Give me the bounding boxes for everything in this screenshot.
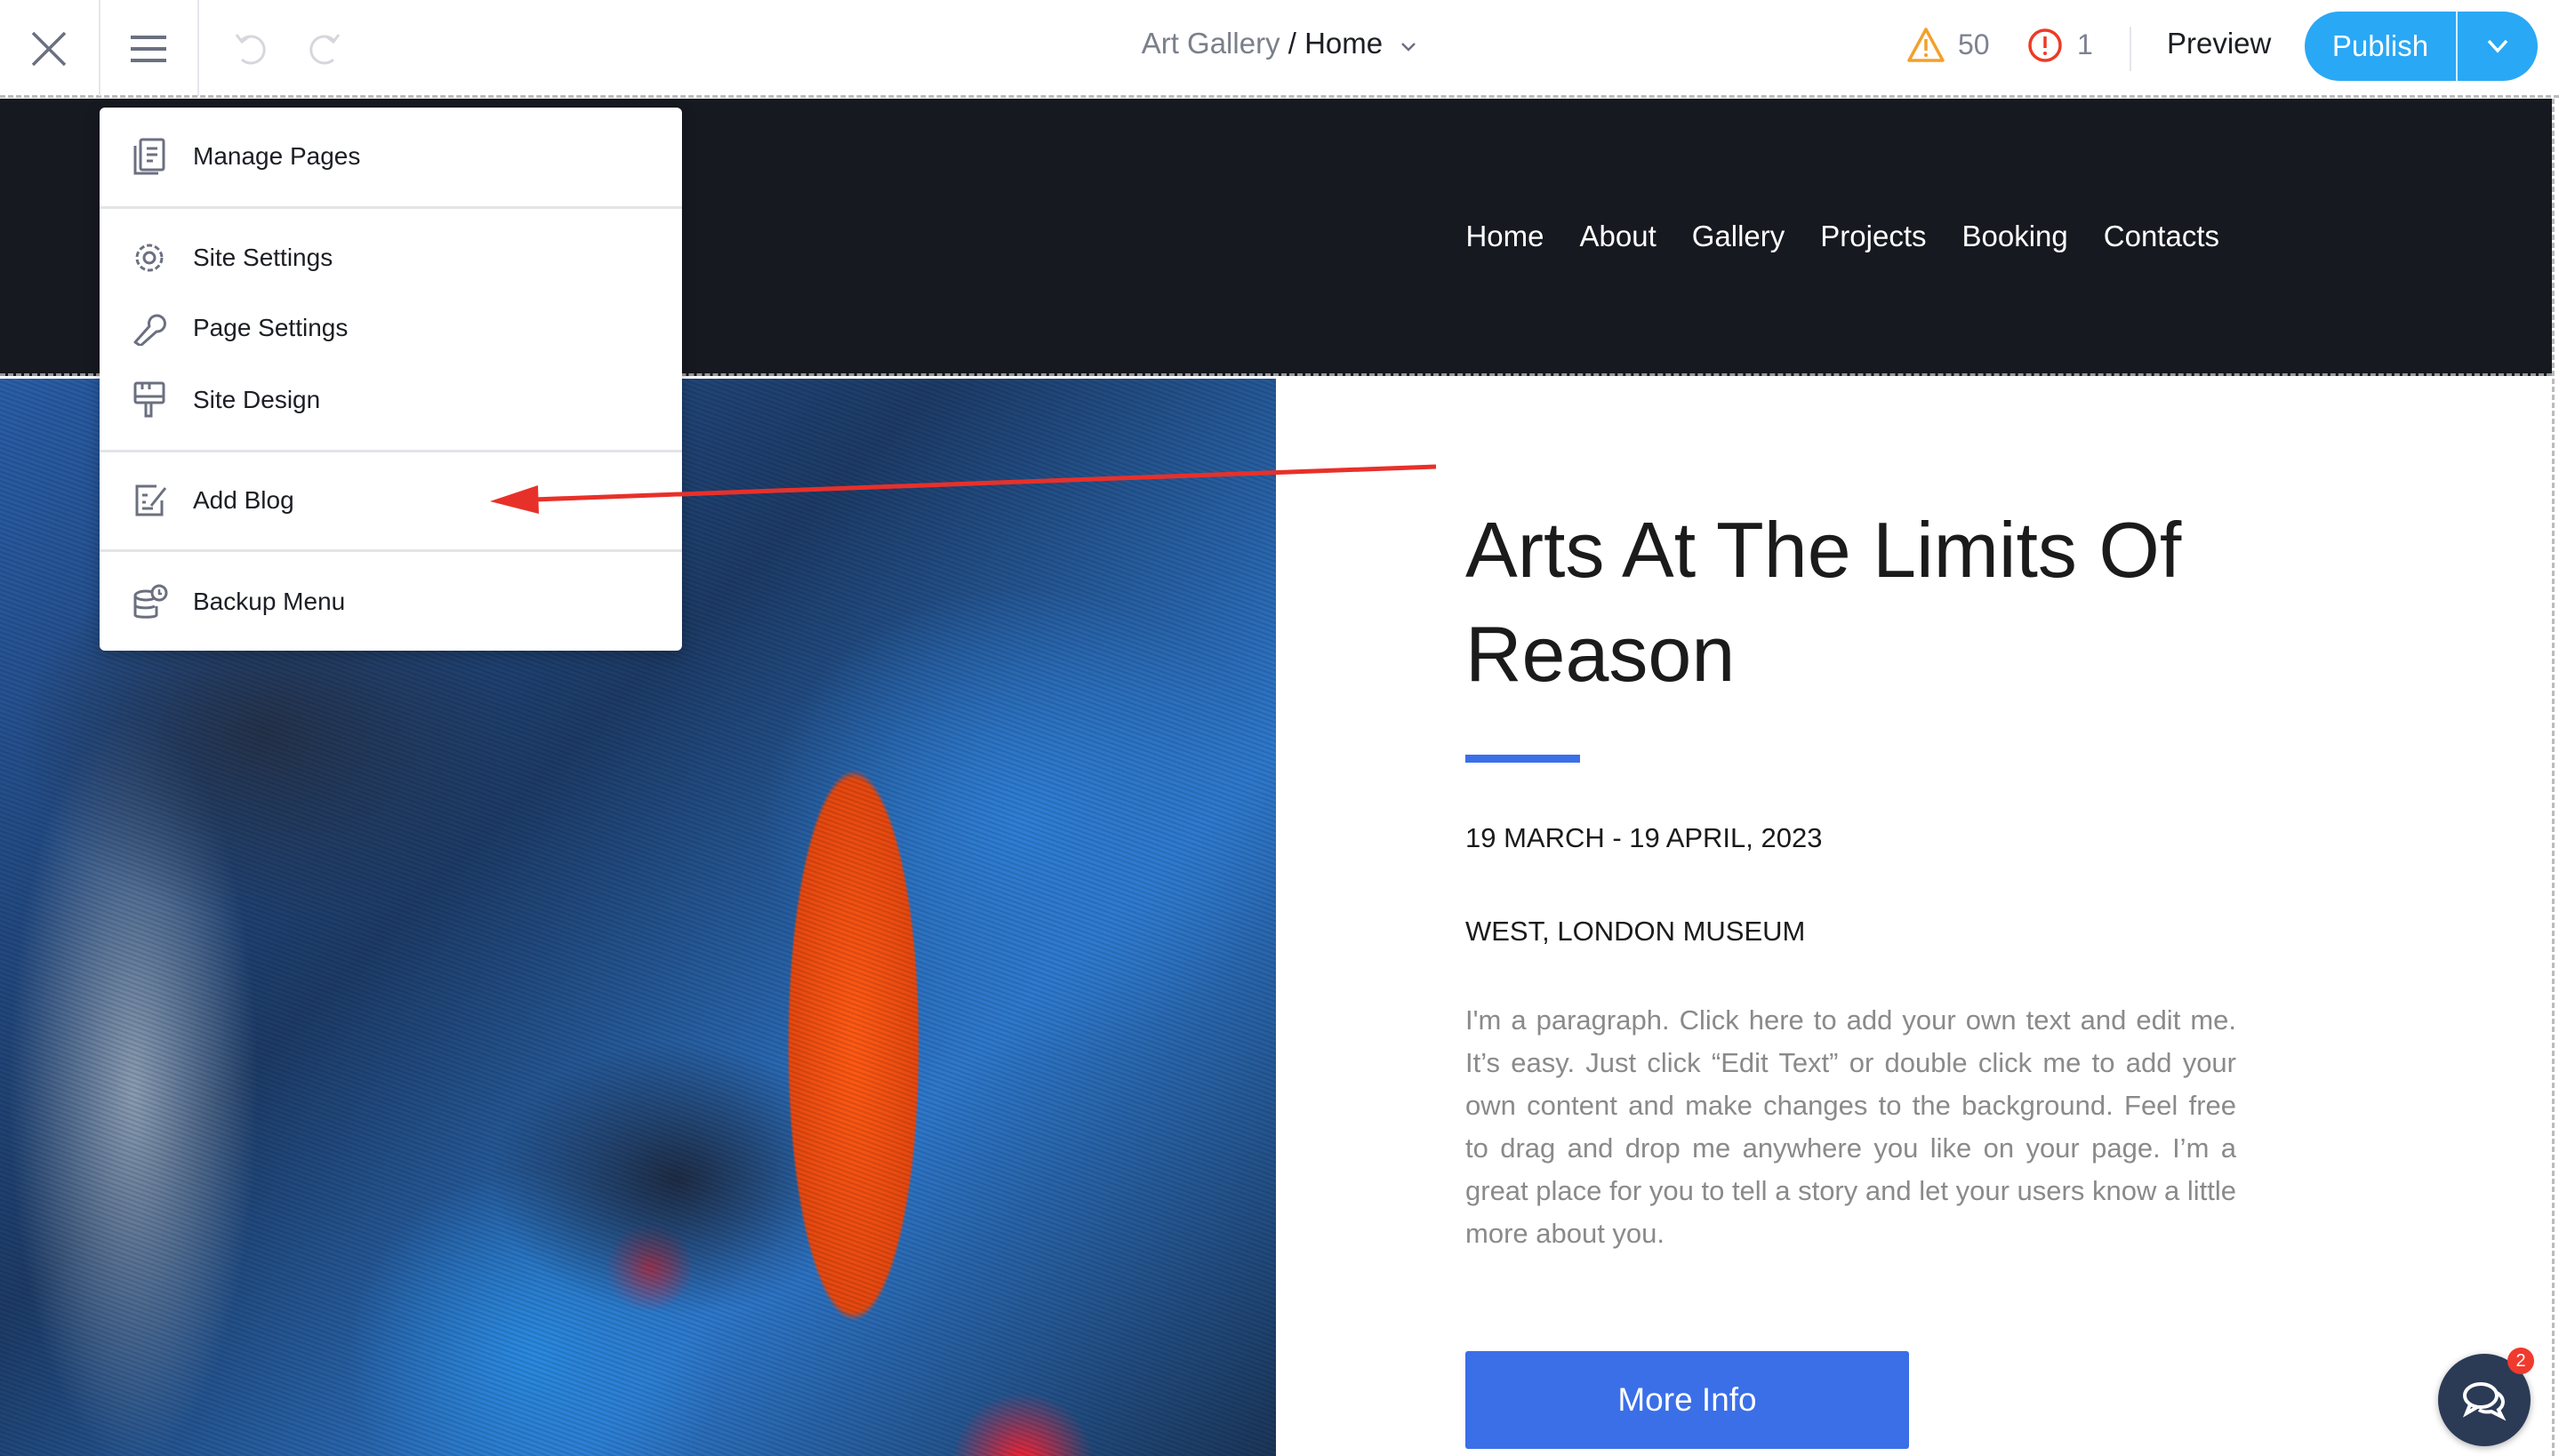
nav-gallery[interactable]: Gallery	[1692, 220, 1785, 253]
more-info-button[interactable]: More Info	[1465, 1351, 1909, 1449]
warning-icon[interactable]	[1906, 27, 1945, 64]
error-icon[interactable]	[2027, 28, 2063, 63]
nav-booking[interactable]: Booking	[1962, 220, 2068, 253]
hero-heading[interactable]: Arts At The Limits Of Reason	[1465, 498, 2266, 706]
accent-divider	[1465, 755, 1580, 763]
error-count[interactable]: 1	[2077, 28, 2093, 61]
publish-options-button[interactable]	[2458, 38, 2538, 54]
site-nav: Home About Gallery Projects Booking Cont…	[1465, 220, 2219, 253]
wrench-icon	[133, 314, 166, 346]
nav-about[interactable]: About	[1580, 220, 1657, 253]
chat-notification-badge: 2	[2507, 1348, 2534, 1374]
event-date[interactable]: 19 MARCH - 19 APRIL, 2023	[1465, 822, 1822, 854]
hero-paragraph[interactable]: I'm a paragraph. Click here to add your …	[1465, 999, 2236, 1255]
chat-icon	[2462, 1382, 2507, 1421]
editor-toolbar: Art Gallery / Home 50 1 Preview Publish	[0, 0, 2559, 98]
menu-item-page-settings[interactable]: Page Settings	[100, 301, 682, 355]
page-name: Home	[1304, 27, 1384, 60]
warning-count[interactable]: 50	[1958, 28, 1990, 61]
preview-button[interactable]: Preview	[2167, 27, 2271, 60]
site-menu-dropdown: Manage Pages Site Settings Page Settings…	[100, 108, 682, 651]
nav-projects[interactable]: Projects	[1820, 220, 1926, 253]
menu-item-add-blog[interactable]: Add Blog	[100, 474, 682, 527]
menu-item-site-design[interactable]: Site Design	[100, 373, 682, 427]
menu-item-manage-pages[interactable]: Manage Pages	[100, 130, 682, 183]
menu-item-backup-menu[interactable]: Backup Menu	[100, 575, 682, 628]
event-location[interactable]: WEST, LONDON MUSEUM	[1465, 916, 1805, 948]
menu-item-site-settings[interactable]: Site Settings	[100, 231, 682, 284]
gear-icon	[135, 244, 164, 272]
backup-icon	[133, 584, 168, 619]
blog-edit-icon	[135, 484, 167, 516]
site-name: Art Gallery	[1141, 27, 1280, 60]
nav-home[interactable]: Home	[1465, 220, 1544, 253]
chevron-down-icon	[2487, 39, 2508, 53]
publish-button[interactable]: Publish	[2305, 29, 2456, 63]
pages-icon	[133, 138, 165, 175]
nav-contacts[interactable]: Contacts	[2104, 220, 2219, 253]
publish-button-group: Publish	[2305, 12, 2538, 81]
chevron-down-icon	[1401, 43, 1416, 52]
paint-brush-icon	[133, 381, 165, 418]
